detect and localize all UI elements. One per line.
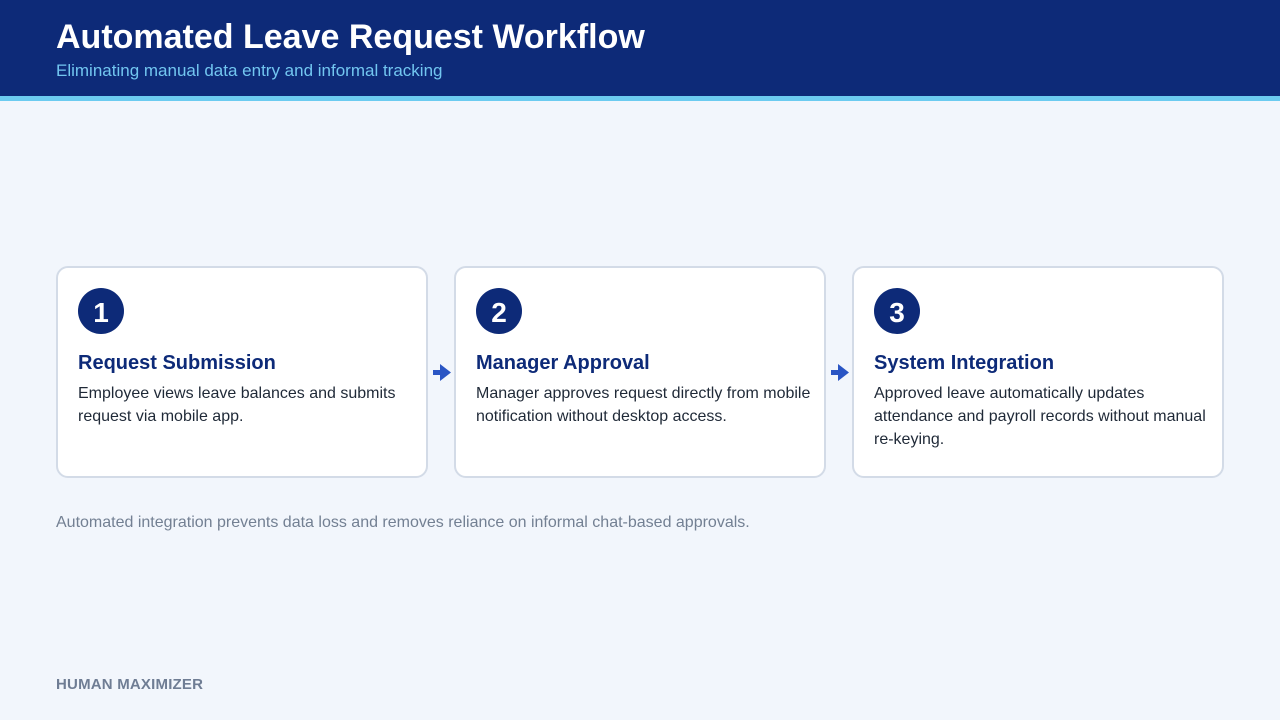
step-title: System Integration xyxy=(874,352,1055,374)
step-description: Employee views leave balances and submit… xyxy=(78,385,396,425)
step-card-1: 1 Request Submission Employee views leav… xyxy=(56,266,428,478)
step-card-2: 2 Manager Approval Manager approves requ… xyxy=(454,266,826,478)
footnote: Automated integration prevents data loss… xyxy=(56,514,750,531)
page-title: Automated Leave Request Workflow xyxy=(56,18,645,56)
arrow-right-icon xyxy=(433,364,451,381)
step-description: Manager approves request directly from m… xyxy=(476,385,811,425)
step-number-badge: 1 xyxy=(78,288,124,334)
step-title: Manager Approval xyxy=(476,352,650,374)
step-card-3: 3 System Integration Approved leave auto… xyxy=(852,266,1224,478)
arrow-right-icon xyxy=(831,364,849,381)
header-accent-line xyxy=(0,96,1280,101)
page-subtitle: Eliminating manual data entry and inform… xyxy=(56,61,443,80)
step-description: Approved leave automatically updates att… xyxy=(874,385,1206,448)
step-number-badge: 3 xyxy=(874,288,920,334)
step-number-badge: 2 xyxy=(476,288,522,334)
step-title: Request Submission xyxy=(78,352,276,374)
brand-label: HUMAN MAXIMIZER xyxy=(56,676,204,693)
